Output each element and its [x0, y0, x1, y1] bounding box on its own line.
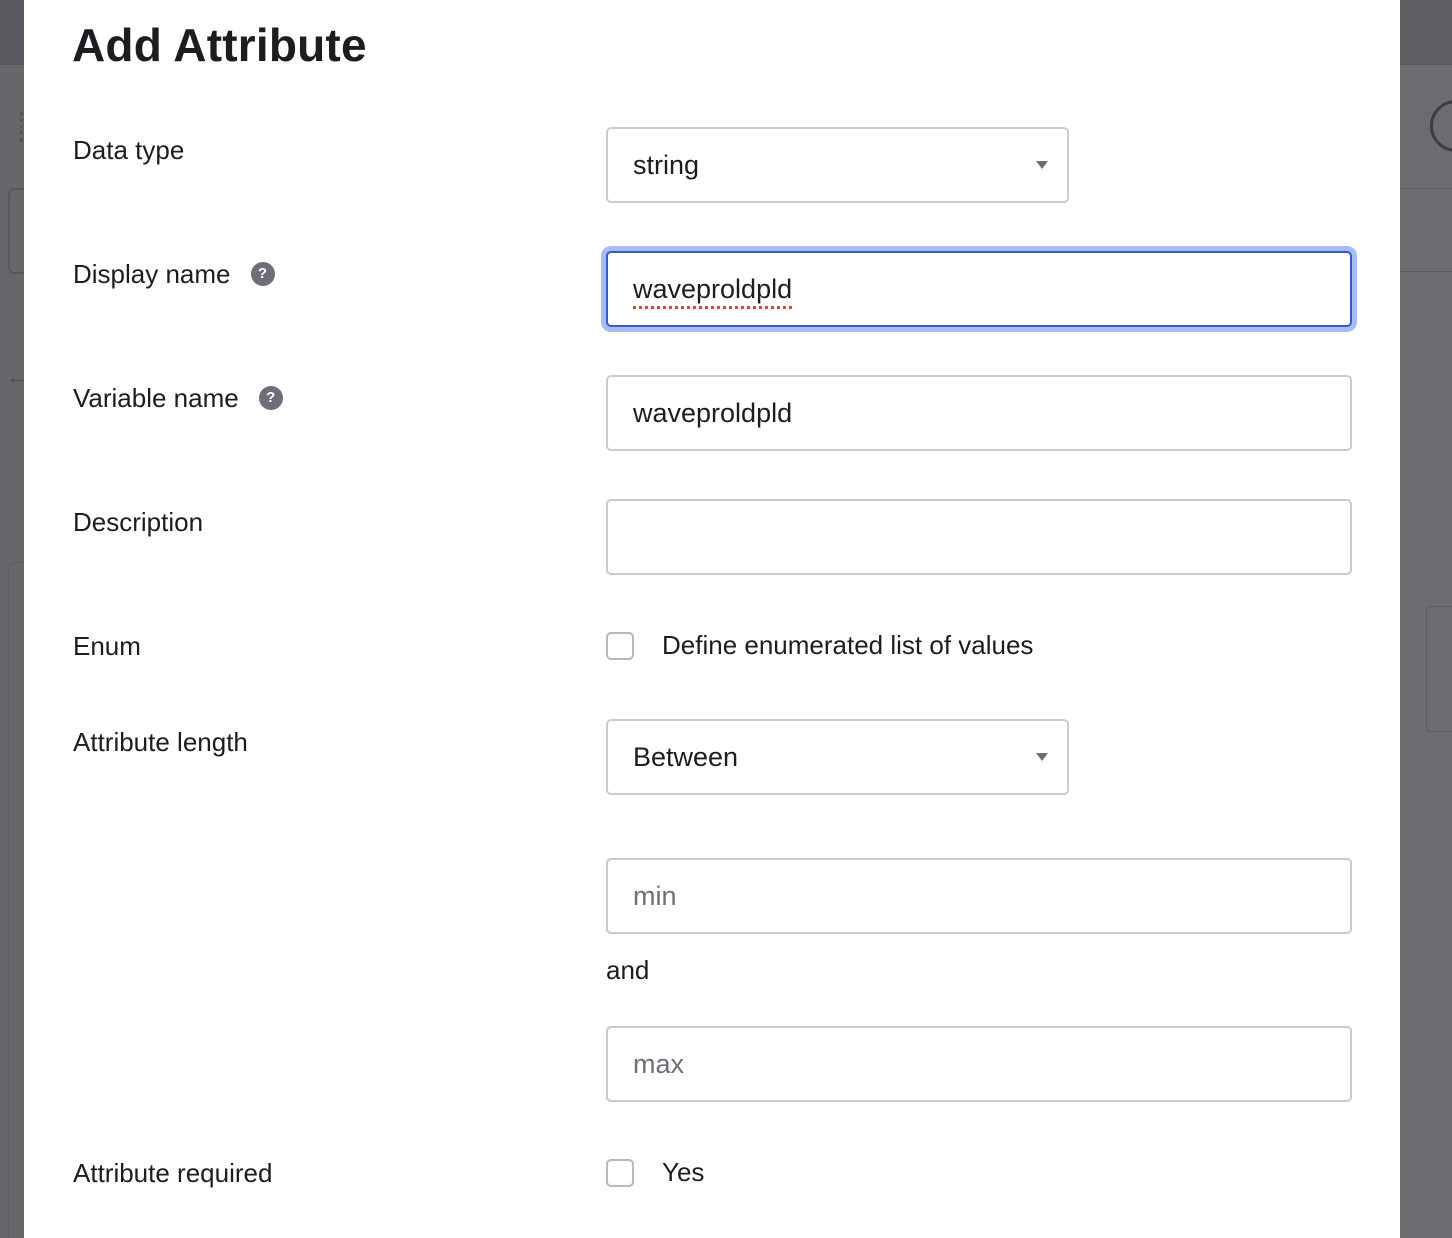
attribute-length-select[interactable]: Between — [606, 719, 1069, 795]
description-label-text: Description — [73, 507, 204, 537]
attribute-length-selected-value: Between — [633, 741, 739, 772]
enum-checkbox-row[interactable]: Define enumerated list of values — [606, 630, 1033, 661]
max-length-input[interactable] — [606, 1026, 1352, 1102]
chevron-down-icon — [1036, 161, 1048, 169]
display-name-input[interactable]: waveproldpld — [606, 251, 1352, 327]
attribute-required-label: Attribute required — [73, 1157, 272, 1189]
enum-label-text: Enum — [73, 631, 141, 661]
and-text: and — [606, 955, 650, 985]
chevron-down-icon — [1036, 753, 1048, 761]
data-type-label: Data type — [73, 134, 184, 166]
data-type-select[interactable]: string — [606, 127, 1069, 203]
attribute-required-checkbox[interactable] — [606, 1158, 634, 1187]
add-attribute-dialog: Add Attribute Data type string Display n… — [24, 0, 1400, 1238]
variable-name-label-text: Variable name — [73, 383, 239, 413]
data-type-label-text: Data type — [73, 135, 185, 165]
background-toolbar — [1400, 188, 1452, 272]
min-length-input[interactable] — [606, 858, 1352, 934]
data-type-selected-value: string — [633, 149, 700, 180]
variable-name-input[interactable] — [606, 375, 1352, 451]
display-name-label: Display name ? — [73, 258, 275, 290]
display-name-value: waveproldpld — [633, 273, 793, 304]
attribute-required-label-text: Attribute required — [73, 1158, 273, 1188]
enum-checkbox[interactable] — [606, 631, 634, 660]
background-page-right — [1400, 0, 1452, 1238]
enum-checkbox-label[interactable]: Define enumerated list of values — [662, 630, 1033, 661]
background-help-icon — [1430, 100, 1452, 152]
variable-name-label: Variable name ? — [73, 382, 283, 414]
background-page-left: ← — [0, 0, 30, 1238]
attribute-length-label-text: Attribute length — [73, 727, 248, 757]
description-label: Description — [73, 506, 203, 538]
dialog-title: Add Attribute — [72, 19, 367, 71]
display-name-label-text: Display name — [73, 259, 231, 289]
background-card — [1426, 606, 1452, 732]
attribute-required-checkbox-label[interactable]: Yes — [662, 1157, 704, 1188]
background-header — [1400, 0, 1452, 65]
background-header — [0, 0, 24, 65]
enum-label: Enum — [73, 630, 141, 662]
question-circle-icon[interactable]: ? — [250, 262, 275, 286]
attribute-required-checkbox-row[interactable]: Yes — [606, 1157, 704, 1188]
description-input[interactable] — [606, 499, 1352, 575]
attribute-length-label: Attribute length — [73, 726, 248, 758]
question-circle-icon[interactable]: ? — [258, 386, 283, 410]
